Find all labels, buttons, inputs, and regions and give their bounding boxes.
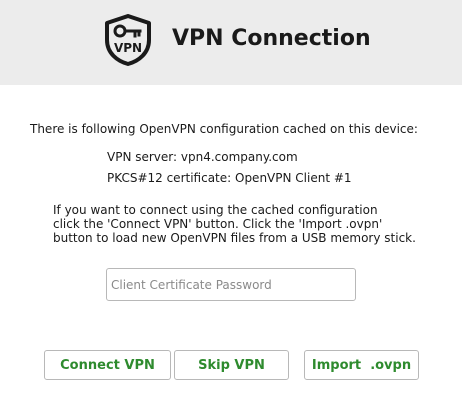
skip-vpn-button[interactable]: Skip VPN [174, 350, 289, 380]
header-bar: VPN VPN Connection [0, 0, 462, 85]
logo-text: VPN [114, 41, 142, 55]
explanation-line: button to load new OpenVPN files from a … [53, 231, 416, 245]
client-certificate-password-input[interactable] [106, 268, 356, 301]
explanation-text: If you want to connect using the cached … [53, 203, 416, 245]
import-ovpn-button[interactable]: Import .ovpn [304, 350, 419, 380]
explanation-line: click the 'Connect VPN' button. Click th… [53, 217, 383, 231]
intro-text: There is following OpenVPN configuration… [30, 122, 418, 136]
vpn-server-info: VPN server: vpn4.company.com [107, 150, 298, 164]
connect-vpn-button[interactable]: Connect VPN [44, 350, 171, 380]
explanation-line: If you want to connect using the cached … [53, 203, 378, 217]
vpn-shield-key-icon: VPN [105, 14, 151, 66]
certificate-info: PKCS#12 certificate: OpenVPN Client #1 [107, 171, 352, 185]
vpn-connection-window: VPN VPN Connection There is following Op… [0, 0, 462, 396]
page-title: VPN Connection [172, 26, 371, 51]
